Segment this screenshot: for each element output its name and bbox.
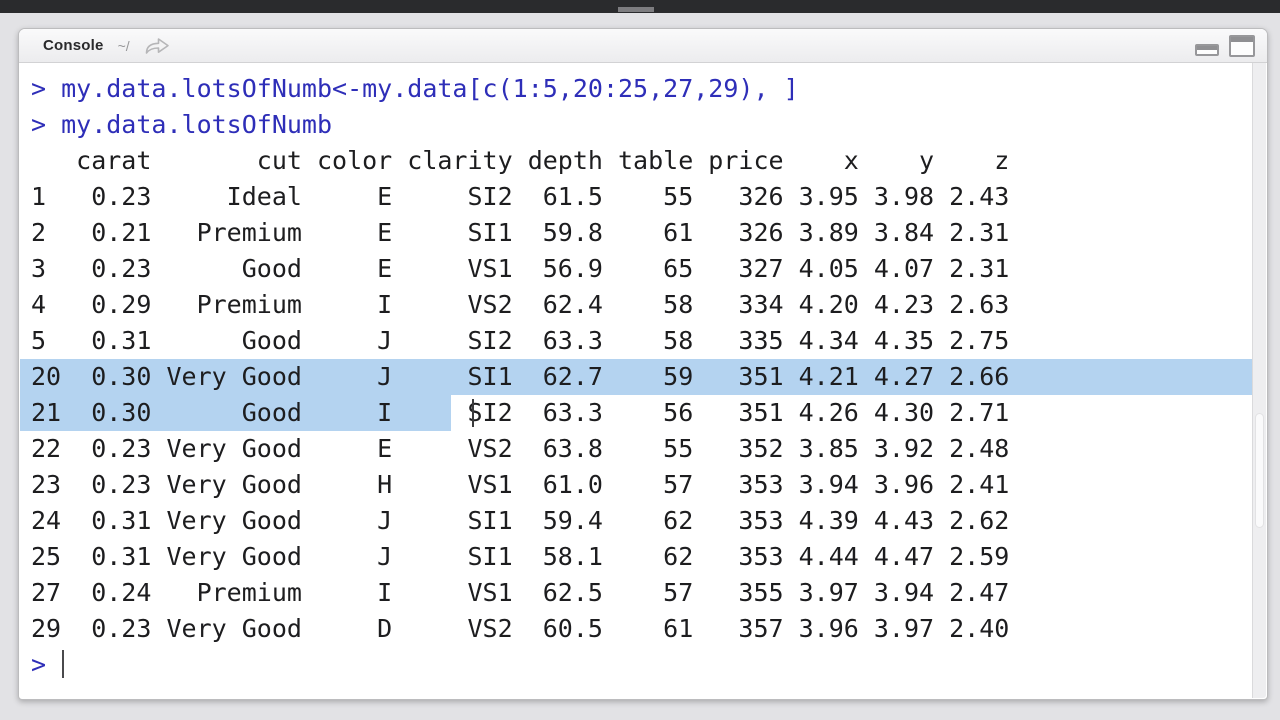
console-output-area[interactable]: > my.data.lotsOfNumb<-my.data[c(1:5,20:2… — [20, 63, 1252, 698]
minimize-pane-button[interactable] — [1195, 44, 1219, 56]
table-row: 4 0.29 Premium I VS2 62.4 58 334 4.20 4.… — [20, 287, 1252, 323]
letterbox-top-bar — [0, 0, 1280, 13]
table-row: 20 0.30 Very Good J SI1 62.7 59 351 4.21… — [20, 359, 1252, 395]
console-titlebar: Console ~/ — [19, 29, 1267, 63]
maximize-pane-button[interactable] — [1229, 35, 1255, 57]
table-row-text: 20 0.30 Very Good J SI1 62.7 59 351 4.21… — [31, 362, 1009, 391]
table-row-text: 2 0.21 Premium E SI1 59.8 61 326 3.89 3.… — [31, 218, 1009, 247]
scrollbar-track[interactable] — [1252, 63, 1266, 698]
console-command-line: > my.data.lotsOfNumb — [20, 107, 1252, 143]
table-row-text: 5 0.31 Good J SI2 63.3 58 335 4.34 4.35 … — [31, 326, 1009, 355]
scrollbar-thumb[interactable] — [1255, 413, 1264, 528]
table-row-text: 24 0.31 Very Good J SI1 59.4 62 353 4.39… — [31, 506, 1009, 535]
table-row: 2 0.21 Premium E SI1 59.8 61 326 3.89 3.… — [20, 215, 1252, 251]
table-row: 29 0.23 Very Good D VS2 60.5 61 357 3.96… — [20, 611, 1252, 647]
pane-title: Console — [43, 37, 104, 54]
console-input-caret — [62, 650, 64, 678]
table-row: 24 0.31 Very Good J SI1 59.4 62 353 4.39… — [20, 503, 1252, 539]
top-bar-notch — [618, 7, 654, 12]
console-command-line-text: > my.data.lotsOfNumb — [31, 110, 332, 139]
table-row: 27 0.24 Premium I VS1 62.5 57 355 3.97 3… — [20, 575, 1252, 611]
table-row-text: 22 0.23 Very Good E VS2 63.8 55 352 3.85… — [31, 434, 1009, 463]
console-command-line-text: > my.data.lotsOfNumb<-my.data[c(1:5,20:2… — [31, 74, 799, 103]
table-row-text: 3 0.23 Good E VS1 56.9 65 327 4.05 4.07 … — [31, 254, 1009, 283]
table-row-text: 23 0.23 Very Good H VS1 61.0 57 353 3.94… — [31, 470, 1009, 499]
goto-working-directory-arrow-icon[interactable] — [144, 37, 170, 55]
table-row: 3 0.23 Good E VS1 56.9 65 327 4.05 4.07 … — [20, 251, 1252, 287]
table-row-text: 25 0.31 Very Good J SI1 58.1 62 353 4.44… — [31, 542, 1009, 571]
table-row: 1 0.23 Ideal E SI2 61.5 55 326 3.95 3.98… — [20, 179, 1252, 215]
table-row: 23 0.23 Very Good H VS1 61.0 57 353 3.94… — [20, 467, 1252, 503]
console-command-line: > my.data.lotsOfNumb<-my.data[c(1:5,20:2… — [20, 71, 1252, 107]
table-row-text: 29 0.23 Very Good D VS2 60.5 61 357 3.96… — [31, 614, 1009, 643]
console-prompt-line: > — [20, 647, 1252, 683]
table-header-line: carat cut color clarity depth table pric… — [20, 143, 1252, 179]
table-row: 22 0.23 Very Good E VS2 63.8 55 352 3.85… — [20, 431, 1252, 467]
console-prompt-line-text: > — [31, 650, 61, 679]
table-row: 21 0.30 Good I SI2 63.3 56 351 4.26 4.30… — [20, 395, 1252, 431]
table-row-text: 1 0.23 Ideal E SI2 61.5 55 326 3.95 3.98… — [31, 182, 1009, 211]
table-row-text: 27 0.24 Premium I VS1 62.5 57 355 3.97 3… — [31, 578, 1009, 607]
text-caret — [472, 399, 474, 427]
console-pane: Console ~/ > my.data.lotsOfNumb<-my.data… — [18, 28, 1268, 700]
table-row-text: 4 0.29 Premium I VS2 62.4 58 334 4.20 4.… — [31, 290, 1009, 319]
table-row: 25 0.31 Very Good J SI1 58.1 62 353 4.44… — [20, 539, 1252, 575]
table-header-line-text: carat cut color clarity depth table pric… — [31, 146, 1009, 175]
working-directory-label[interactable]: ~/ — [118, 38, 130, 54]
table-row: 5 0.31 Good J SI2 63.3 58 335 4.34 4.35 … — [20, 323, 1252, 359]
table-row-text: 21 0.30 Good I SI2 63.3 56 351 4.26 4.30… — [31, 398, 1009, 427]
